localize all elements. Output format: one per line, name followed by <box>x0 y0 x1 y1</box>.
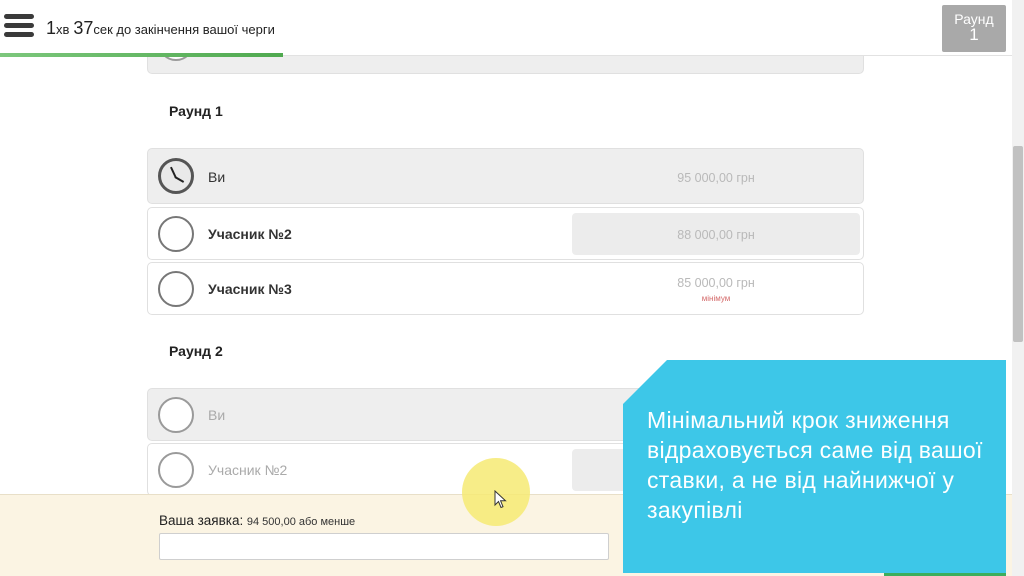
participant-name: Ви <box>208 407 226 423</box>
participant-row: Учасник №3 85 000,00 грн мінімум <box>147 262 864 315</box>
bid-hint: 94 500,00 або менше <box>246 516 356 528</box>
timer-minutes: 1 <box>46 18 57 38</box>
turn-progress-bar <box>0 53 283 57</box>
top-bar: 1хв 37сек до закінчення вашої черги Раун… <box>0 0 1012 57</box>
participant-amount: 88 000,00 грн <box>677 228 755 242</box>
participant-amount: 95 000,00 грн <box>677 171 755 185</box>
scrollbar-thumb[interactable] <box>1013 146 1023 342</box>
participant-row: Учасник №2 88 000,00 грн <box>147 207 864 260</box>
tutorial-callout-text: Мінімальний крок зниження відраховується… <box>647 407 983 523</box>
participant-name: Учасник №3 <box>208 281 292 297</box>
participant-circle-icon <box>158 271 194 307</box>
round-title: Раунд 2 <box>169 343 223 359</box>
round-title: Раунд 1 <box>169 103 223 119</box>
turn-timer: 1хв 37сек до закінчення вашої черги <box>46 18 275 39</box>
bid-label: Ваша заявка: 94 500,00 або менше <box>159 513 355 528</box>
timer-seconds: 37 <box>73 18 94 38</box>
bid-input[interactable] <box>159 533 609 560</box>
participant-name: Учасник №2 <box>208 226 292 242</box>
timer-min-unit: хв <box>56 22 70 37</box>
menu-icon[interactable] <box>4 14 34 42</box>
participant-circle-icon <box>158 452 194 488</box>
bid-label-text: Ваша заявка: <box>159 513 244 528</box>
participant-circle-icon <box>158 397 194 433</box>
participant-amount: 85 000,00 грн <box>677 276 755 290</box>
timer-rest-text: сек до закінчення вашої черги <box>93 22 275 37</box>
round-badge: Раунд 1 <box>942 5 1006 52</box>
participant-row: Ви 95 000,00 грн <box>147 148 864 204</box>
participant-name: Учасник №2 <box>208 462 288 478</box>
minimum-badge: мінімум <box>701 294 731 303</box>
participant-circle-icon <box>158 216 194 252</box>
participant-name: Ви <box>208 169 226 185</box>
round-badge-number: 1 <box>969 25 979 44</box>
clock-icon <box>158 158 194 194</box>
